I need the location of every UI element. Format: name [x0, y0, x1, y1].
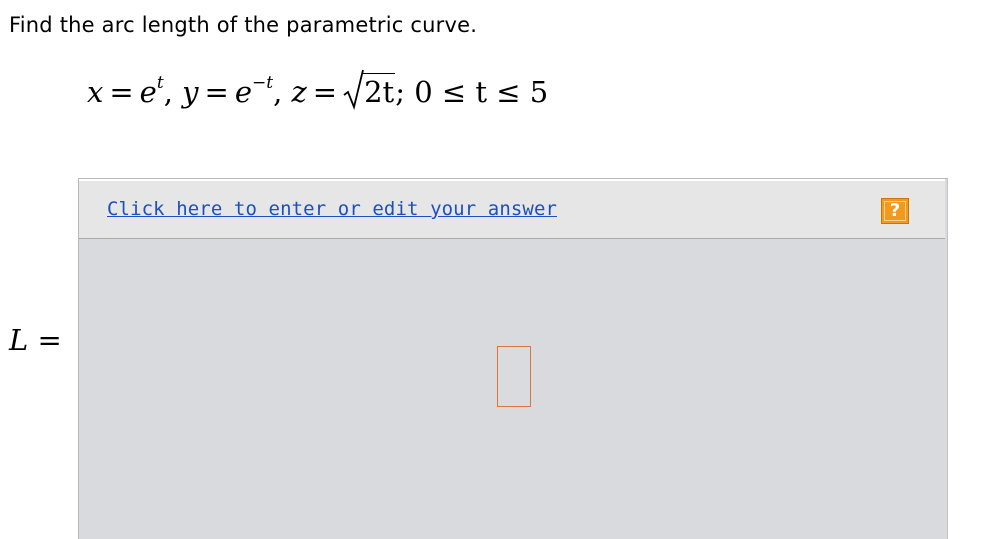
equals-sign: =: [312, 75, 338, 109]
z-radicand: 2t: [363, 73, 396, 109]
radical-sign-icon: [343, 69, 364, 110]
y-base: e: [234, 75, 252, 109]
z-variable: z: [291, 75, 307, 109]
answer-input-placeholder[interactable]: [497, 346, 531, 407]
question-icon[interactable]: ?: [881, 198, 909, 224]
answer-box-header: Click here to enter or edit your answer …: [79, 179, 945, 239]
question-prompt: Find the arc length of the parametric cu…: [9, 13, 478, 37]
equals-sign: =: [109, 75, 134, 109]
square-root: 2t: [343, 69, 396, 114]
edit-answer-link[interactable]: Click here to enter or edit your answer: [107, 198, 557, 220]
parameter-range: ; 0 ≤ t ≤ 5: [395, 75, 549, 109]
y-exponent: −t: [252, 73, 274, 93]
x-variable: x: [87, 75, 104, 109]
answer-box[interactable]: Click here to enter or edit your answer …: [78, 178, 948, 539]
answer-label: L =: [9, 320, 62, 360]
equals-sign: =: [37, 323, 62, 357]
separator: ,: [163, 75, 173, 109]
y-variable: y: [182, 75, 199, 109]
x-base: e: [139, 75, 157, 109]
equals-sign: =: [204, 75, 229, 109]
separator: ,: [273, 75, 283, 109]
arc-length-variable: L: [9, 323, 29, 357]
x-exponent: t: [156, 73, 164, 93]
parametric-equation: x = et, y = e−t, z = 2t; 0 ≤ t ≤ 5: [87, 69, 549, 114]
